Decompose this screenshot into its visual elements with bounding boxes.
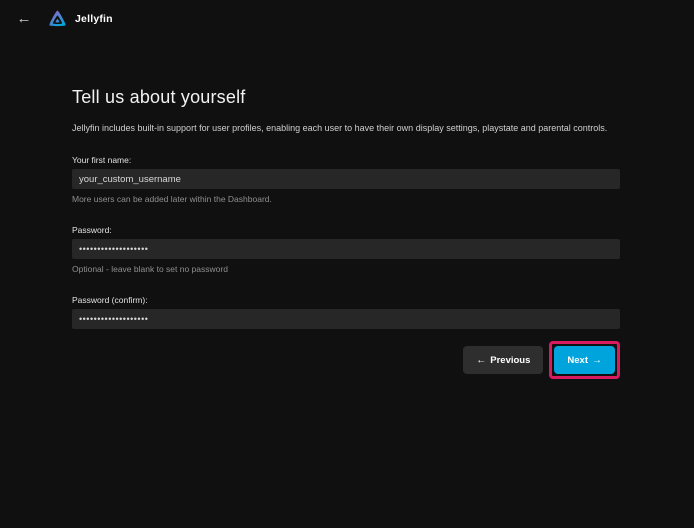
wizard-content: Tell us about yourself Jellyfin includes… (0, 38, 694, 379)
password-confirm-field-group: Password (confirm): (72, 295, 620, 329)
username-helper-text: More users can be added later within the… (72, 194, 620, 204)
next-button[interactable]: Next → (554, 346, 615, 374)
page-title: Tell us about yourself (72, 87, 620, 108)
previous-button-label: Previous (490, 355, 530, 366)
arrow-left-icon: ← (476, 355, 486, 366)
previous-button[interactable]: ← Previous (463, 346, 543, 374)
back-arrow-icon: ← (17, 10, 32, 27)
password-confirm-label: Password (confirm): (72, 295, 620, 305)
password-label: Password: (72, 225, 620, 235)
header-bar: ← Jellyfin (0, 0, 694, 38)
next-button-label: Next (567, 355, 588, 366)
next-button-highlight-box: Next → (549, 341, 620, 379)
app-logo: Jellyfin (46, 8, 113, 31)
password-helper-text: Optional - leave blank to set no passwor… (72, 264, 620, 274)
password-field-group: Password: Optional - leave blank to set … (72, 225, 620, 274)
username-input[interactable] (72, 169, 620, 189)
page-description: Jellyfin includes built-in support for u… (72, 123, 620, 133)
arrow-right-icon: → (592, 355, 602, 366)
password-confirm-input[interactable] (72, 309, 620, 329)
back-button[interactable]: ← (12, 7, 36, 31)
username-field-group: Your first name: More users can be added… (72, 155, 620, 204)
jellyfin-setup-wizard: ← Jellyfin Tell us about yourself Jellyf… (0, 0, 694, 528)
password-input[interactable] (72, 239, 620, 259)
app-name-label: Jellyfin (75, 13, 113, 25)
username-label: Your first name: (72, 155, 620, 165)
wizard-buttons-row: ← Previous Next → (72, 341, 620, 379)
jellyfin-logo-icon (46, 8, 69, 31)
